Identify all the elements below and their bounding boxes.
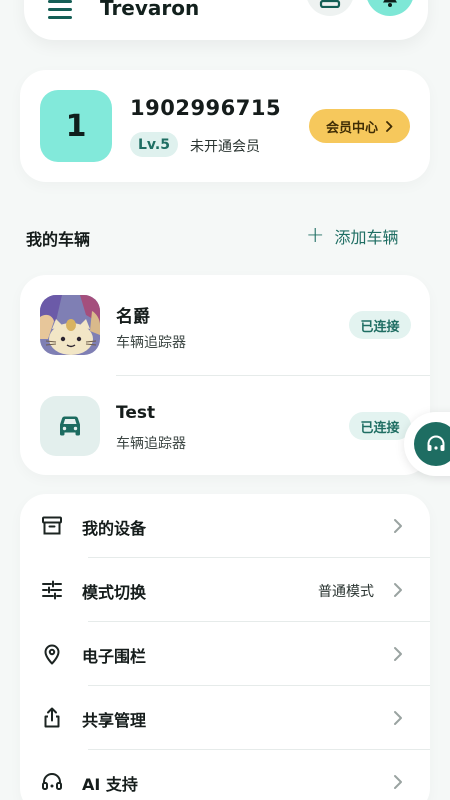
menu-item-my-devices[interactable]: 我的设备 [20, 494, 430, 558]
current-mode-value: 普通模式 [318, 584, 374, 600]
menu-item-ai-support[interactable]: AI 支持 [20, 750, 430, 800]
chevron-right-icon [394, 775, 402, 789]
chevron-right-icon [386, 120, 393, 132]
menu-item-mode-switch[interactable]: 模式切换 普通模式 [20, 558, 430, 622]
headset-icon [42, 773, 62, 790]
vehicle-name: Test [116, 403, 156, 423]
bell-icon [383, 0, 397, 7]
menu-item-geofence[interactable]: 电子围栏 [20, 622, 430, 686]
notification-button[interactable] [366, 0, 414, 16]
layout-icon [319, 0, 341, 8]
sliders-icon [42, 580, 62, 600]
profile-card[interactable]: 1 1902996715 Lv.5 未开通会员 会员中心 [20, 70, 430, 182]
layout-button[interactable] [306, 0, 354, 16]
menu-item-label: 共享管理 [82, 711, 147, 730]
my-vehicles-title: 我的车辆 [26, 230, 91, 249]
level-badge: Lv.5 [130, 132, 178, 157]
archive-box-icon [42, 516, 62, 535]
member-status: 未开通会员 [190, 139, 260, 155]
vehicles-card: 名爵 车辆追踪器 已连接 Test 车辆追踪器 已连接 [20, 275, 430, 475]
vehicle-item[interactable]: 名爵 车辆追踪器 已连接 [20, 275, 430, 375]
vehicle-type: 车辆追踪器 [116, 335, 186, 351]
hamburger-menu-icon[interactable] [48, 0, 74, 20]
menu-item-label: AI 支持 [82, 775, 138, 794]
chevron-right-icon [394, 519, 402, 533]
location-pin-icon [44, 644, 60, 665]
connection-status-badge: 已连接 [349, 412, 411, 440]
menu-item-label: 我的设备 [82, 519, 147, 538]
member-center-label: 会员中心 [325, 120, 378, 136]
car-icon [40, 396, 100, 456]
vehicle-type: 车辆追踪器 [116, 436, 186, 452]
share-icon [44, 707, 60, 728]
plus-icon: + [306, 223, 325, 248]
settings-menu-card: 我的设备 模式切换 普通模式 电子围栏 共享管理 AI 支持 [20, 494, 430, 800]
chevron-right-icon [394, 583, 402, 597]
vehicle-item[interactable]: Test 车辆追踪器 已连接 [20, 376, 430, 476]
avatar[interactable]: 1 [40, 90, 112, 162]
menu-item-share-management[interactable]: 共享管理 [20, 686, 430, 750]
vehicle-avatar-image [40, 295, 100, 355]
top-app-bar: Trevaron [24, 0, 428, 40]
chevron-right-icon [394, 647, 402, 661]
app-title: Trevaron [100, 0, 200, 20]
add-vehicle-button[interactable]: + 添加车辆 [306, 224, 398, 248]
menu-item-label: 模式切换 [82, 583, 147, 602]
connection-status-badge: 已连接 [349, 311, 411, 339]
user-phone: 1902996715 [130, 96, 282, 120]
vehicle-name: 名爵 [116, 307, 150, 327]
add-vehicle-label: 添加车辆 [334, 228, 399, 247]
menu-item-label: 电子围栏 [82, 647, 147, 666]
chevron-right-icon [394, 711, 402, 725]
member-center-button[interactable]: 会员中心 [309, 109, 410, 143]
headset-support-icon [427, 435, 445, 451]
